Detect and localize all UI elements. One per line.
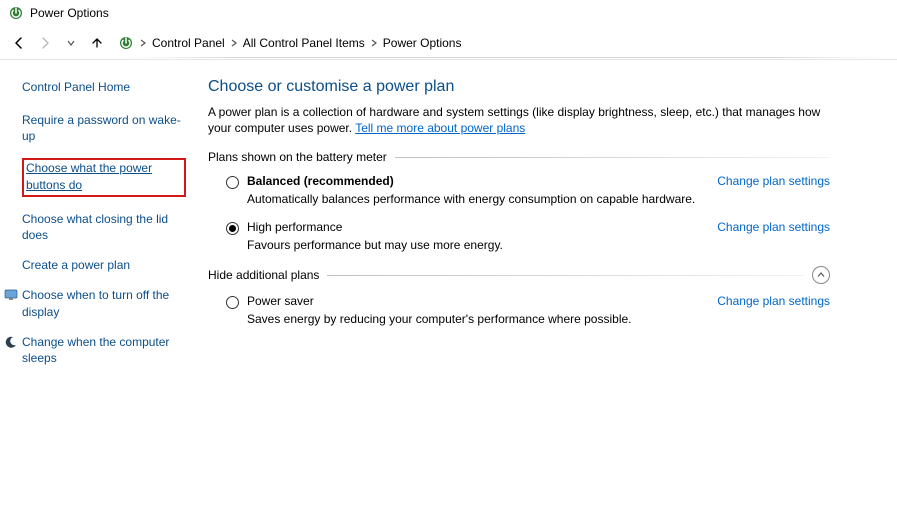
nav-bar: Control Panel All Control Panel Items Po… (0, 26, 897, 60)
plan-subtitle: Favours performance but may use more ene… (226, 238, 503, 252)
change-plan-settings-link[interactable]: Change plan settings (717, 220, 830, 234)
radio-high-performance[interactable] (226, 222, 239, 235)
section-additional-plans: Hide additional plans (208, 266, 830, 284)
display-icon (4, 288, 18, 302)
breadcrumb-item[interactable]: Control Panel (152, 36, 225, 50)
main-content: Choose or customise a power plan A power… (200, 60, 860, 530)
chevron-right-icon (369, 39, 379, 47)
sidebar-item-computer-sleeps[interactable]: Change when the computer sleeps (22, 335, 169, 365)
section-divider (327, 275, 804, 276)
plan-title[interactable]: Balanced (recommended) (247, 174, 394, 189)
title-bar: Power Options (0, 0, 897, 26)
power-options-icon (8, 5, 24, 21)
breadcrumb-item[interactable]: All Control Panel Items (243, 36, 365, 50)
section-label: Hide additional plans (208, 268, 319, 282)
plan-title[interactable]: Power saver (247, 294, 314, 309)
radio-balanced[interactable] (226, 176, 239, 189)
plan-subtitle: Automatically balances performance with … (226, 192, 695, 206)
radio-power-saver[interactable] (226, 296, 239, 309)
power-options-icon (118, 35, 134, 51)
page-description: A power plan is a collection of hardware… (208, 104, 830, 136)
sidebar-item-require-password[interactable]: Require a password on wake-up (22, 113, 181, 143)
forward-button[interactable] (36, 34, 54, 52)
chevron-right-icon (229, 39, 239, 47)
control-panel-home-link[interactable]: Control Panel Home (22, 80, 186, 94)
plan-subtitle: Saves energy by reducing your computer's… (226, 312, 632, 326)
change-plan-settings-link[interactable]: Change plan settings (717, 294, 830, 308)
plan-row-high-performance: High performance Favours performance but… (208, 220, 830, 252)
section-divider (395, 157, 830, 158)
sidebar-item-closing-lid[interactable]: Choose what closing the lid does (22, 212, 168, 242)
section-shown-plans: Plans shown on the battery meter (208, 150, 830, 164)
highlight-box: Choose what the power buttons do (22, 158, 186, 196)
tell-me-more-link[interactable]: Tell me more about power plans (355, 121, 525, 135)
sidebar-item-turn-off-display[interactable]: Choose when to turn off the display (22, 288, 169, 318)
sidebar-item-create-plan[interactable]: Create a power plan (22, 258, 130, 272)
plan-row-power-saver: Power saver Saves energy by reducing you… (208, 294, 830, 326)
chevron-right-icon (138, 39, 148, 47)
recent-dropdown-icon[interactable] (62, 34, 80, 52)
breadcrumb[interactable]: Control Panel All Control Panel Items Po… (114, 33, 887, 53)
up-button[interactable] (88, 34, 106, 52)
window-title: Power Options (30, 6, 109, 20)
moon-icon (4, 335, 18, 349)
section-label: Plans shown on the battery meter (208, 150, 387, 164)
plan-title[interactable]: High performance (247, 220, 342, 235)
change-plan-settings-link[interactable]: Change plan settings (717, 174, 830, 188)
plan-row-balanced: Balanced (recommended) Automatically bal… (208, 174, 830, 206)
nav-divider (120, 57, 889, 58)
back-button[interactable] (10, 34, 28, 52)
sidebar: Control Panel Home Require a password on… (0, 60, 200, 530)
breadcrumb-item[interactable]: Power Options (383, 36, 462, 50)
page-title: Choose or customise a power plan (208, 78, 830, 96)
collapse-button[interactable] (812, 266, 830, 284)
sidebar-item-power-buttons[interactable]: Choose what the power buttons do (26, 161, 152, 191)
